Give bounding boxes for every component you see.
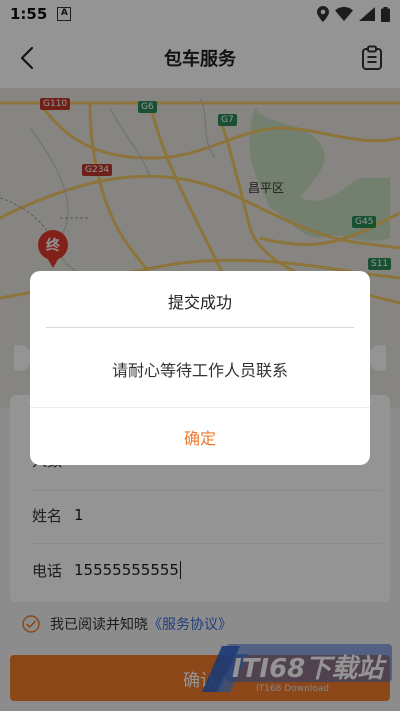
dialog-title: 提交成功 [167,293,232,312]
success-dialog: 提交成功 请耐心等待工作人员联系 确定 [30,271,370,465]
dialog-divider [46,327,354,328]
dialog-confirm-button[interactable]: 确定 [30,408,370,465]
dialog-message: 请耐心等待工作人员联系 [111,361,288,380]
